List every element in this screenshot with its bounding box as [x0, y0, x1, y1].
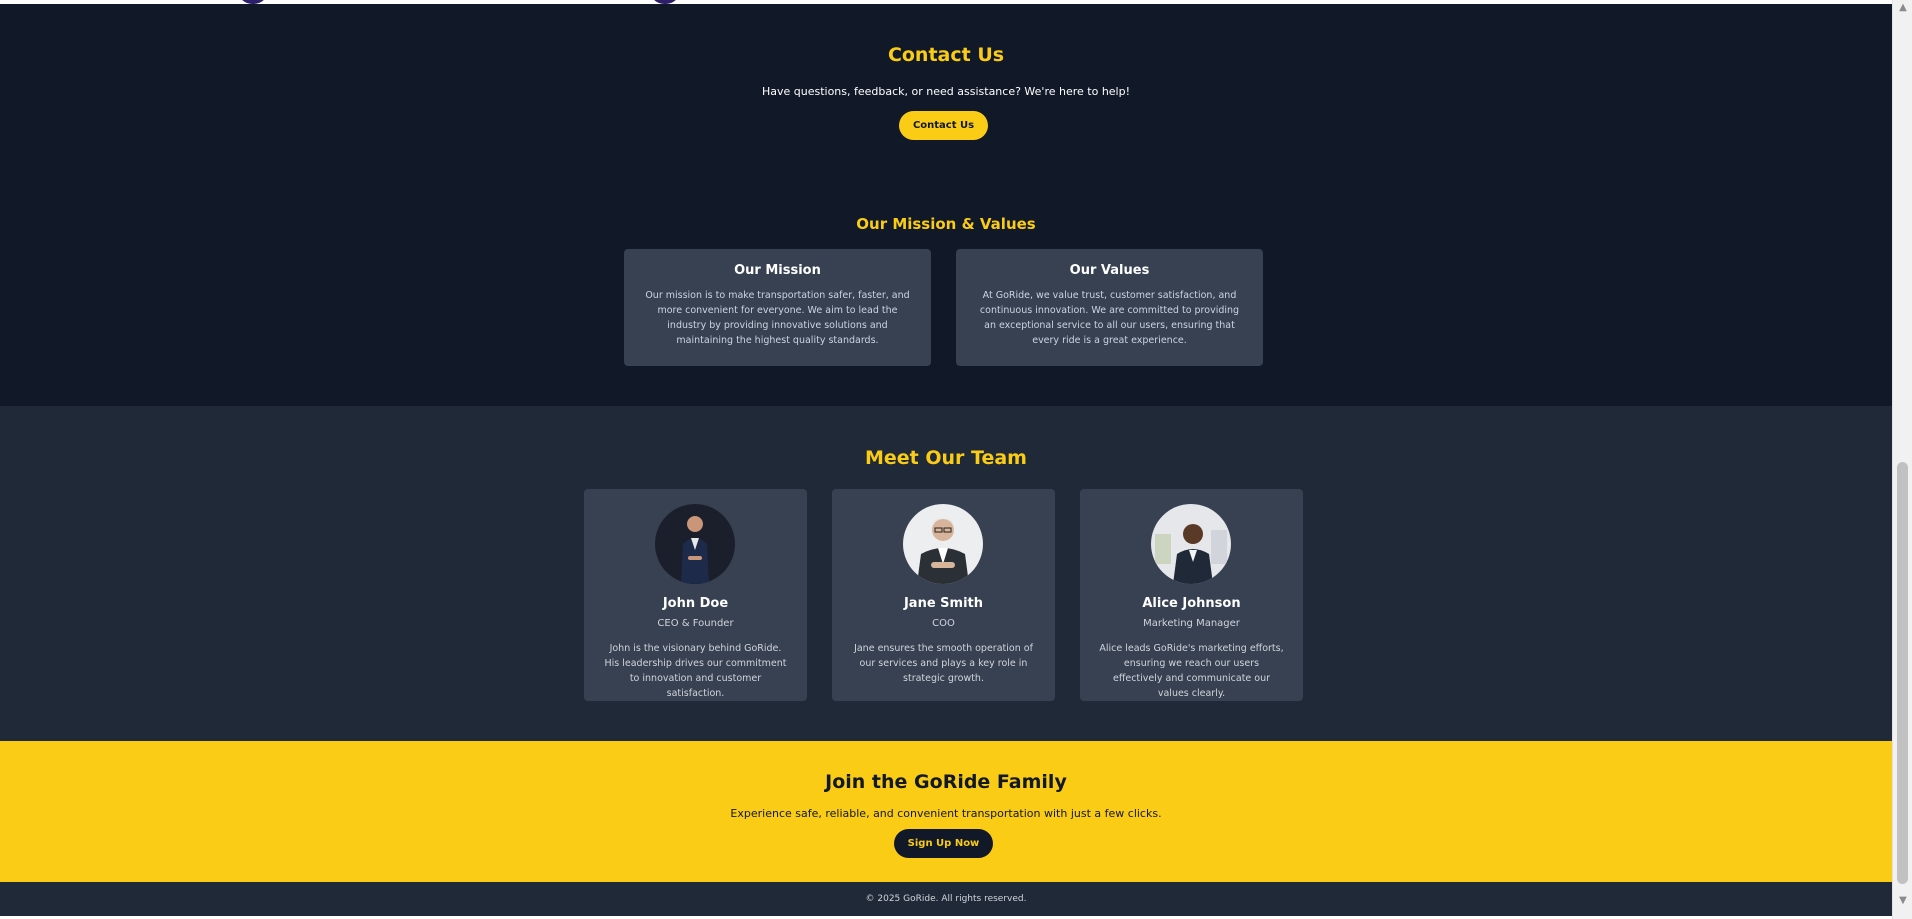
- contact-title: Contact Us: [887, 44, 1005, 66]
- avatar: [655, 504, 735, 584]
- values-card-title: Our Values: [1069, 263, 1150, 278]
- values-card-text: At GoRide, we value trust, customer sati…: [979, 290, 1240, 346]
- member-role: COO: [932, 618, 955, 629]
- avatar: [903, 504, 983, 584]
- team-title: Meet Our Team: [865, 447, 1027, 469]
- values-card: Our Values At GoRide, we value trust, cu…: [956, 249, 1263, 366]
- mission-card-title: Our Mission: [734, 263, 821, 278]
- member-role: CEO & Founder: [657, 618, 734, 629]
- copyright-text: © 2025 GoRide. All rights reserved.: [865, 894, 1027, 904]
- sign-up-button[interactable]: Sign Up Now: [894, 829, 993, 858]
- page-viewport: Contact Us Have questions, feedback, or …: [0, 0, 1892, 919]
- team-card-alice-johnson: Alice Johnson Marketing Manager Alice le…: [1080, 489, 1303, 701]
- mission-card: Our Mission Our mission is to make trans…: [624, 249, 931, 366]
- member-role: Marketing Manager: [1143, 618, 1240, 629]
- member-bio: Alice leads GoRide's marketing efforts, …: [1099, 643, 1284, 699]
- join-description: Experience safe, reliable, and convenien…: [730, 807, 1162, 820]
- team-section: Meet Our Team John Doe CEO & Founder Joh…: [0, 406, 1892, 741]
- member-name: John Doe: [662, 596, 729, 611]
- join-title: Join the GoRide Family: [825, 771, 1067, 793]
- person-photo-icon: [903, 504, 983, 584]
- mission-card-text: Our mission is to make transportation sa…: [645, 290, 910, 346]
- person-photo-icon: [655, 504, 735, 584]
- team-card-jane-smith: Jane Smith COO Jane ensures the smooth o…: [832, 489, 1055, 701]
- contact-section: Contact Us Have questions, feedback, or …: [0, 4, 1892, 406]
- mission-values-title: Our Mission & Values: [856, 215, 1036, 233]
- footer: © 2025 GoRide. All rights reserved.: [0, 882, 1892, 916]
- join-section: Join the GoRide Family Experience safe, …: [0, 741, 1892, 882]
- member-name: Alice Johnson: [1142, 596, 1241, 611]
- scroll-down-icon[interactable]: ▼: [1893, 893, 1912, 909]
- scroll-up-icon[interactable]: ▲: [1893, 0, 1912, 16]
- member-bio: Jane ensures the smooth operation of our…: [854, 643, 1033, 684]
- person-photo-icon: [1151, 504, 1231, 584]
- scrollbar-thumb[interactable]: [1897, 462, 1908, 884]
- member-name: Jane Smith: [903, 596, 984, 611]
- avatar: [1151, 504, 1231, 584]
- vertical-scrollbar[interactable]: ▲ ▼: [1892, 0, 1912, 919]
- member-bio: John is the visionary behind GoRide. His…: [604, 643, 787, 699]
- contact-us-button[interactable]: Contact Us: [899, 111, 988, 140]
- contact-description: Have questions, feedback, or need assist…: [761, 85, 1131, 98]
- team-card-john-doe: John Doe CEO & Founder John is the visio…: [584, 489, 807, 701]
